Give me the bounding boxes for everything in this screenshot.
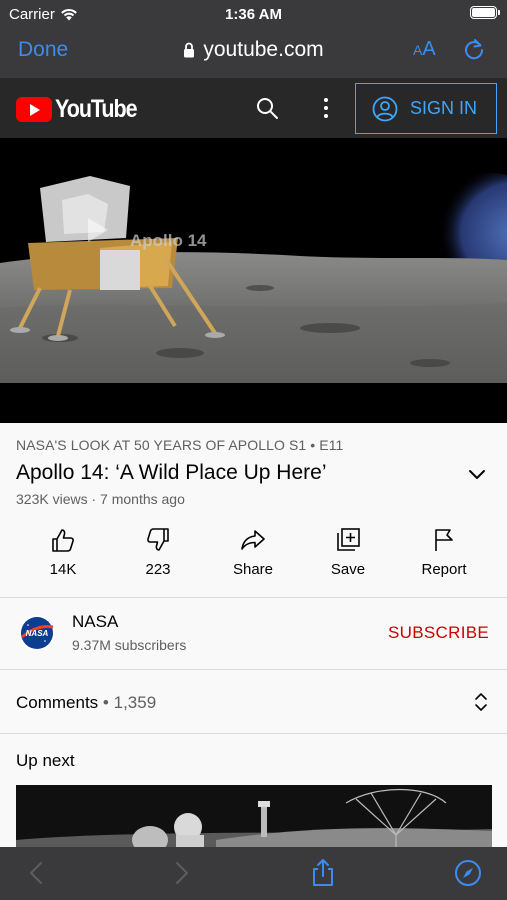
subscriber-count: 9.37M subscribers [72, 637, 187, 653]
youtube-logo[interactable]: YouTube [16, 95, 150, 124]
video-frame-image: Apollo 14 [0, 138, 507, 423]
share-button[interactable]: Share [208, 527, 298, 578]
nasa-logo-icon: NASA [21, 617, 54, 649]
expand-collapse-icon[interactable] [474, 692, 488, 712]
youtube-logo-text: YouTube [55, 95, 138, 123]
sign-in-label: SIGN IN [410, 98, 478, 118]
forward-icon[interactable] [174, 860, 190, 886]
save-label: Save [330, 561, 366, 578]
video-player[interactable]: Apollo 14 [0, 138, 507, 423]
thumbs-up-icon [52, 529, 74, 552]
sign-in-button[interactable]: SIGN IN [355, 83, 497, 134]
up-next-thumbnail-image [16, 785, 492, 847]
text-size-button[interactable]: AA [413, 38, 436, 61]
like-button[interactable]: 14K [18, 527, 108, 578]
share-label: Share [232, 561, 274, 578]
status-time: 1:36 AM [225, 6, 282, 23]
text-size-small-label: A [413, 42, 423, 58]
save-icon [337, 528, 360, 551]
more-options-icon[interactable] [322, 96, 330, 120]
share-icon [241, 530, 265, 550]
youtube-play-icon [16, 97, 52, 122]
action-row: 14K 223 Share Save Report [0, 527, 507, 597]
browser-bottom-bar [0, 847, 507, 900]
text-size-large-label: A [422, 38, 436, 60]
channel-name[interactable]: NASA [72, 612, 118, 632]
account-icon [372, 96, 398, 121]
lock-icon [184, 42, 195, 58]
series-label[interactable]: NASA'S LOOK AT 50 YEARS OF APOLLO S1 • E… [16, 437, 343, 453]
avatar-text: NASA [26, 629, 49, 638]
url-text: youtube.com [203, 38, 324, 61]
save-button[interactable]: Save [303, 527, 393, 578]
youtube-header: YouTube SIGN IN [0, 78, 507, 138]
divider [0, 733, 507, 734]
search-icon[interactable] [255, 96, 279, 120]
thumbs-down-icon [147, 528, 169, 551]
flag-icon [435, 529, 453, 551]
comments-header: Comments • 1,359 [16, 693, 156, 713]
page: Carrier 1:36 AM Done youtube.com AA YouT… [0, 0, 507, 900]
dislike-button[interactable]: 223 [113, 527, 203, 578]
battery-icon [470, 6, 500, 19]
comments-label: Comments [16, 693, 99, 712]
channel-row: NASA NASA 9.37M subscribers SUBSCRIBE [0, 597, 507, 669]
reload-icon[interactable] [461, 37, 487, 63]
subscribe-button[interactable]: SUBSCRIBE [388, 623, 489, 643]
share-sheet-icon[interactable] [310, 857, 336, 887]
channel-avatar[interactable]: NASA [19, 615, 55, 651]
report-label: Report [421, 561, 467, 578]
report-button[interactable]: Report [399, 527, 489, 578]
like-count: 14K [49, 561, 77, 578]
comments-count: 1,359 [113, 693, 157, 712]
compass-icon[interactable] [454, 859, 482, 887]
up-next-label: Up next [16, 751, 75, 770]
dislike-count: 223 [145, 561, 171, 578]
back-icon[interactable] [28, 860, 44, 886]
comments-section[interactable]: Comments • 1,359 [0, 670, 507, 734]
video-title: Apollo 14: ‘A Wild Place Up Here’ [16, 461, 327, 484]
video-overlay-title: Apollo 14 [130, 231, 207, 250]
status-bar: Carrier 1:36 AM [0, 0, 507, 28]
comments-separator: • [102, 693, 109, 712]
up-next-thumbnail[interactable] [16, 785, 492, 847]
chevron-down-icon[interactable] [467, 467, 487, 481]
browser-top-bar: Done youtube.com AA [0, 28, 507, 78]
video-meta: 323K views · 7 months ago [16, 491, 185, 507]
